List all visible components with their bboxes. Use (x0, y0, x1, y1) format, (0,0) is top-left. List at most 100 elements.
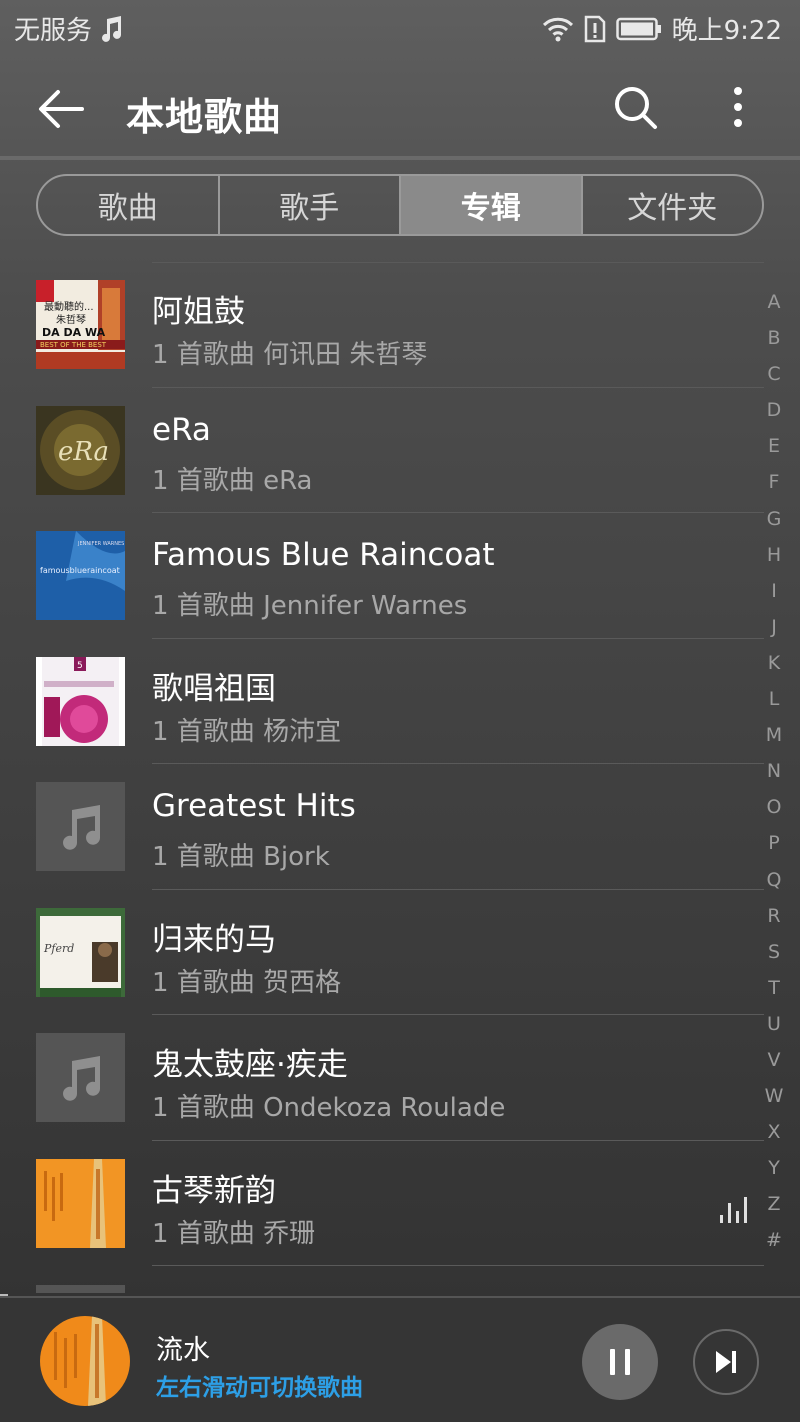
music-note-icon (62, 1055, 100, 1101)
index-letter[interactable]: O (760, 789, 788, 825)
search-icon (615, 87, 657, 129)
index-letter[interactable]: E (760, 428, 788, 464)
album-title: 鬼太鼓座·疾走 (152, 1047, 348, 1083)
skip-next-icon (716, 1351, 736, 1373)
battery-icon (615, 17, 662, 41)
back-arrow-icon (39, 90, 84, 128)
album-subtitle: 1 首歌曲 杨沛宜 (152, 716, 342, 747)
album-subtitle: 1 首歌曲 eRa (152, 465, 313, 496)
row-divider (152, 1265, 764, 1266)
category-tabs: 歌曲 歌手 专辑 文件夹 (36, 174, 764, 236)
album-cover-placeholder (36, 1033, 125, 1122)
music-note-icon (98, 15, 124, 43)
album-cover: JENNIFER WARNES famousblueraincoat (36, 531, 125, 620)
cover-text: DA DA WA (42, 326, 106, 339)
app-header: 本地歌曲 (0, 66, 800, 156)
album-row[interactable]: Greatest Hits 1 首歌曲 Bjork (0, 764, 764, 890)
tab-albums[interactable]: 专辑 (401, 176, 583, 234)
album-list: 最動聽的... 朱哲琴 DA DA WA BEST OF THE BEST 阿姐… (0, 262, 764, 1266)
album-cover: 最動聽的... 朱哲琴 DA DA WA BEST OF THE BEST (36, 280, 125, 369)
album-cover: 5 (36, 656, 125, 746)
album-title: 古琴新韵 (152, 1172, 276, 1209)
page-title: 本地歌曲 (126, 95, 283, 139)
swipe-hint: 左右滑动可切换歌曲 (156, 1375, 363, 1401)
now-playing-cover[interactable] (40, 1316, 130, 1406)
index-letter[interactable]: C (760, 356, 788, 392)
album-row[interactable]: JENNIFER WARNES famousblueraincoat Famou… (0, 513, 764, 639)
status-right: 晚上9:22 (542, 10, 782, 47)
cover-text: famousblueraincoat (40, 566, 120, 575)
index-letter[interactable]: H (760, 537, 788, 573)
index-letter[interactable]: Y (760, 1150, 788, 1186)
carrier-label: 无服务 (14, 16, 93, 46)
pause-button[interactable] (582, 1324, 658, 1400)
album-title: 歌唱祖国 (152, 670, 276, 707)
status-time: 晚上9:22 (671, 16, 782, 46)
album-cover-placeholder (36, 782, 125, 871)
album-cover (36, 1158, 125, 1248)
index-letter[interactable]: F (760, 464, 788, 500)
index-letter[interactable]: X (760, 1114, 788, 1150)
index-letter[interactable]: K (760, 645, 788, 681)
tab-folders[interactable]: 文件夹 (583, 176, 763, 234)
index-letter[interactable]: L (760, 681, 788, 717)
index-letter[interactable]: I (760, 573, 788, 609)
album-cover: eRa (36, 405, 125, 495)
album-row[interactable]: Pferd 归来的马 1 首歌曲 贺西格 (0, 890, 764, 1015)
index-letter[interactable]: J (760, 609, 788, 645)
status-bar: 无服务 晚上9:22 (0, 0, 800, 56)
cover-text: Pferd (43, 942, 74, 955)
search-button[interactable] (608, 80, 664, 136)
now-playing-equalizer-icon (718, 1193, 754, 1225)
album-row[interactable]: 最動聽的... 朱哲琴 DA DA WA BEST OF THE BEST 阿姐… (0, 262, 764, 388)
index-letter[interactable]: P (760, 825, 788, 861)
album-subtitle: 1 首歌曲 Ondekoza Roulade (152, 1093, 506, 1123)
album-subtitle: 1 首歌曲 何讯田 朱哲琴 (152, 340, 428, 370)
album-title: 归来的马 (152, 921, 276, 958)
now-playing-title: 流水 (156, 1335, 210, 1366)
tab-songs[interactable]: 歌曲 (38, 176, 220, 234)
next-track-button[interactable] (693, 1329, 759, 1395)
album-row[interactable]: 鬼太鼓座·疾走 1 首歌曲 Ondekoza Roulade (0, 1015, 764, 1141)
album-subtitle: 1 首歌曲 Jennifer Warnes (152, 591, 468, 621)
index-letter[interactable]: U (760, 1006, 788, 1042)
album-cover: Pferd (36, 907, 125, 997)
tab-artists[interactable]: 歌手 (220, 176, 401, 234)
index-letter[interactable]: Z (760, 1186, 788, 1222)
pause-icon (610, 1349, 630, 1375)
album-row[interactable]: 5 歌唱祖国 1 首歌曲 杨沛宜 (0, 639, 764, 764)
index-letter[interactable]: D (760, 392, 788, 428)
sim-alert-icon (584, 15, 606, 43)
index-letter[interactable]: V (760, 1042, 788, 1078)
cover-text: JENNIFER WARNES (77, 541, 124, 547)
index-letter[interactable]: Q (760, 862, 788, 898)
album-title: Greatest Hits (152, 788, 356, 824)
cover-text: 最動聽的... (44, 300, 94, 313)
now-playing-bar[interactable]: 流水 左右滑动可切换歌曲 (0, 1296, 800, 1422)
index-letter[interactable]: # (760, 1222, 788, 1258)
index-letter[interactable]: A (760, 284, 788, 320)
album-row-playing[interactable]: 古琴新韵 1 首歌曲 乔珊 (0, 1141, 764, 1266)
back-button[interactable] (34, 84, 90, 134)
next-album-cover-peek (36, 1285, 125, 1293)
album-title: Famous Blue Raincoat (152, 537, 495, 573)
status-left: 无服务 (14, 10, 124, 47)
cover-text: BEST OF THE BEST (40, 341, 107, 349)
music-note-icon (62, 804, 100, 850)
index-letter[interactable]: N (760, 753, 788, 789)
index-letter[interactable]: G (760, 501, 788, 537)
index-letter[interactable]: B (760, 320, 788, 356)
index-letter[interactable]: S (760, 934, 788, 970)
more-options-button[interactable] (720, 80, 756, 136)
album-title: 阿姐鼓 (152, 294, 245, 330)
index-letter[interactable]: R (760, 898, 788, 934)
album-subtitle: 1 首歌曲 乔珊 (152, 1218, 316, 1249)
cover-text: 5 (77, 661, 83, 671)
index-letter[interactable]: T (760, 970, 788, 1006)
wifi-icon (542, 16, 574, 42)
index-letter[interactable]: M (760, 717, 788, 753)
index-letter[interactable]: W (760, 1078, 788, 1114)
alphabet-index[interactable]: A B C D E F G H I J K L M N O P Q R S T U V W X Y Z # (760, 284, 788, 1259)
album-title: eRa (152, 411, 211, 448)
album-row[interactable]: eRa eRa 1 首歌曲 eRa (0, 388, 764, 513)
